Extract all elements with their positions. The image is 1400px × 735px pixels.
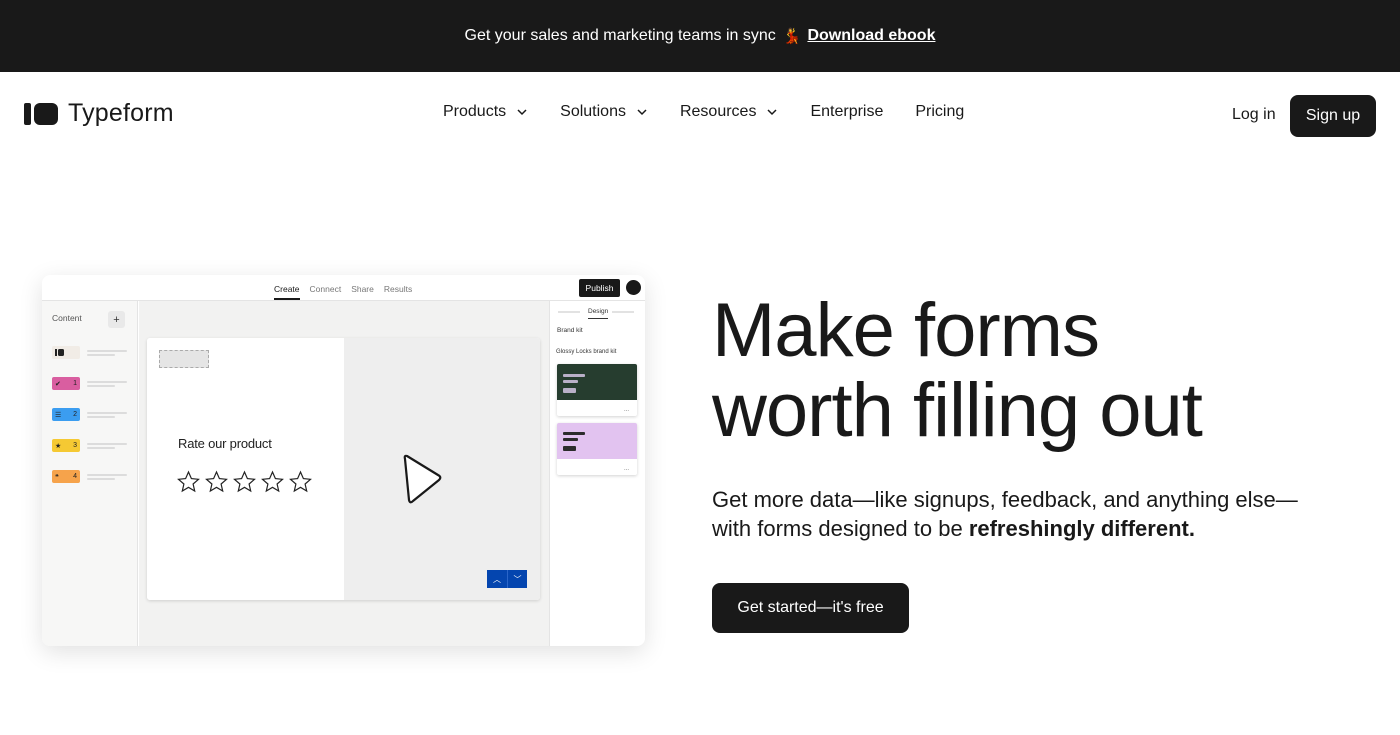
chevron-down-icon [766, 106, 778, 118]
nav-products[interactable]: Products [443, 103, 528, 121]
mockup-publish-button: Publish [579, 279, 620, 297]
checkmark-icon: ✔ 1 [52, 377, 80, 390]
question-item-1: ✔ 1 [52, 377, 127, 390]
nav-solutions-label: Solutions [560, 103, 626, 120]
hero-title: Make forms worth filling out [712, 291, 1362, 451]
question-item-2: ☰ 2 [52, 408, 127, 421]
design-tab: Design [588, 308, 609, 319]
mockup-tab-create: Create [274, 284, 300, 300]
nav-pricing-label: Pricing [915, 103, 965, 120]
mockup-content-sidebar: Content + ✔ 1 ☰ 2 ★ 3 ❝ 4 [42, 301, 138, 646]
signup-button[interactable]: Sign up [1290, 95, 1376, 137]
brand-kit-label: Brand kit [557, 327, 583, 334]
typeform-logo-icon [24, 102, 58, 125]
nav-resources-label: Resources [679, 103, 757, 120]
typeform-logo[interactable]: Typeform [24, 99, 174, 128]
quote-icon: ❝ 4 [52, 470, 80, 483]
mockup-design-panel: Design Brand kit Glossy Locks brand kit … [549, 301, 645, 646]
hero-subtitle: Get more data—like signups, feedback, an… [712, 485, 1332, 543]
hero-title-line-1: Make forms [712, 288, 1100, 373]
avatar [626, 280, 641, 295]
mockup-tab-connect: Connect [309, 284, 342, 294]
theme-card-lilac: ... [557, 423, 637, 475]
banner-text: Get your sales and marketing teams in sy… [464, 27, 776, 44]
question-item-3: ★ 3 [52, 439, 127, 452]
nav-products-label: Products [443, 103, 507, 120]
chevron-up-icon: ︿ [487, 570, 507, 588]
mockup-tabs: Create Connect Share Results [274, 284, 412, 300]
get-started-button[interactable]: Get started—it's free [712, 583, 909, 633]
question-title: Rate our product [178, 436, 272, 451]
question-item-welcome [52, 346, 127, 359]
star-outline-icon [289, 470, 312, 493]
nav-solutions[interactable]: Solutions [560, 103, 648, 121]
nav-enterprise-label: Enterprise [810, 103, 884, 120]
list-icon: ☰ 2 [52, 408, 80, 421]
star-rating [176, 470, 313, 494]
brand-name: Typeform [68, 99, 174, 127]
form-preview-card: Rate our product ︿ ﹀ [147, 338, 540, 600]
cursor-arrow-icon [403, 454, 442, 504]
mockup-toolbar: Create Connect Share Results Publish [42, 275, 645, 301]
content-label: Content [52, 313, 82, 323]
mockup-tab-results: Results [383, 284, 413, 294]
chevron-down-icon [636, 106, 648, 118]
star-outline-icon [261, 470, 284, 493]
mockup-canvas: Rate our product ︿ ﹀ [139, 301, 549, 646]
main-nav: Products Solutions Resources Enterprise … [443, 103, 996, 121]
star-outline-icon [233, 470, 256, 493]
add-question-icon: + [108, 311, 125, 328]
form-preview-media: ︿ ﹀ [344, 338, 540, 600]
chevron-down-icon: ﹀ [507, 570, 527, 588]
download-ebook-link[interactable]: Download ebook [807, 27, 935, 45]
nav-pricing[interactable]: Pricing [915, 103, 964, 121]
login-link[interactable]: Log in [1232, 106, 1276, 124]
form-nav-arrows: ︿ ﹀ [487, 570, 527, 588]
site-header: Typeform Products Solutions Resources En… [0, 72, 1400, 158]
star-outline-icon [177, 470, 200, 493]
question-item-4: ❝ 4 [52, 470, 127, 483]
brand-kit-name: Glossy Locks brand kit [556, 349, 617, 355]
star-outline-icon [205, 470, 228, 493]
product-mockup: Create Connect Share Results Publish Con… [42, 275, 645, 646]
hero-subtitle-emphasis: refreshingly different. [968, 516, 1195, 541]
welcome-screen-icon [52, 346, 80, 359]
mockup-tab-share: Share [351, 284, 374, 294]
dancer-emoji-icon: 💃 [782, 28, 802, 45]
theme-card-dark: ... [557, 364, 637, 416]
nav-enterprise[interactable]: Enterprise [810, 103, 883, 121]
star-icon: ★ 3 [52, 439, 80, 452]
chevron-down-icon [516, 106, 528, 118]
nav-resources[interactable]: Resources [680, 103, 778, 121]
announcement-banner: Get your sales and marketing teams in sy… [0, 0, 1400, 72]
logo-placeholder [159, 350, 209, 368]
hero-title-line-2: worth filling out [712, 368, 1203, 453]
